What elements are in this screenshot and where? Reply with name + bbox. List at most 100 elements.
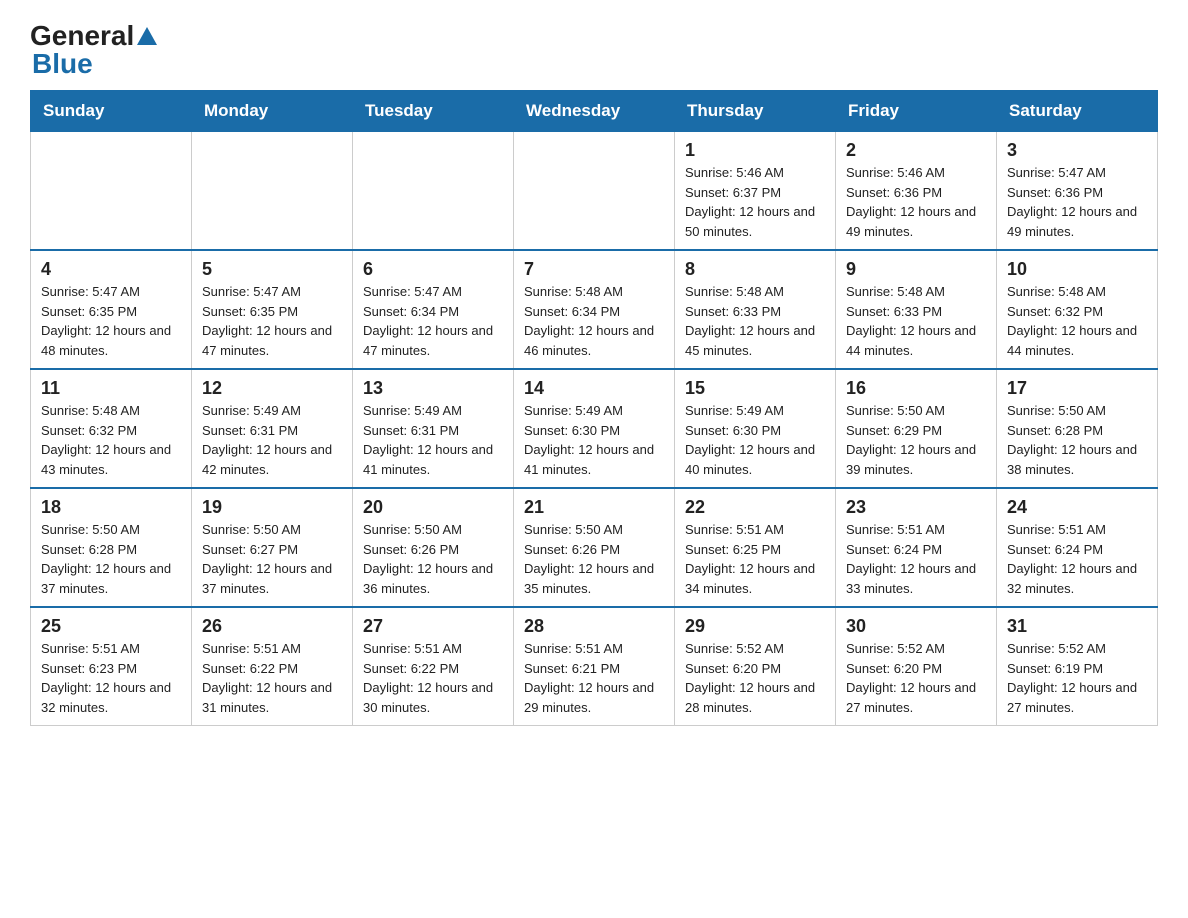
- day-number: 6: [363, 259, 503, 280]
- day-number: 25: [41, 616, 181, 637]
- day-info: Sunrise: 5:51 AMSunset: 6:24 PMDaylight:…: [846, 520, 986, 598]
- day-number: 3: [1007, 140, 1147, 161]
- day-info: Sunrise: 5:51 AMSunset: 6:22 PMDaylight:…: [363, 639, 503, 717]
- day-number: 23: [846, 497, 986, 518]
- calendar-cell: 2Sunrise: 5:46 AMSunset: 6:36 PMDaylight…: [836, 132, 997, 251]
- calendar-cell: 26Sunrise: 5:51 AMSunset: 6:22 PMDayligh…: [192, 607, 353, 726]
- day-number: 13: [363, 378, 503, 399]
- calendar-cell: 4Sunrise: 5:47 AMSunset: 6:35 PMDaylight…: [31, 250, 192, 369]
- calendar-cell: 21Sunrise: 5:50 AMSunset: 6:26 PMDayligh…: [514, 488, 675, 607]
- calendar-header-friday: Friday: [836, 91, 997, 132]
- logo-triangle-icon: [137, 27, 157, 45]
- calendar-week-row: 25Sunrise: 5:51 AMSunset: 6:23 PMDayligh…: [31, 607, 1158, 726]
- day-info: Sunrise: 5:49 AMSunset: 6:31 PMDaylight:…: [363, 401, 503, 479]
- calendar-cell: [353, 132, 514, 251]
- calendar-cell: 12Sunrise: 5:49 AMSunset: 6:31 PMDayligh…: [192, 369, 353, 488]
- day-number: 5: [202, 259, 342, 280]
- day-number: 4: [41, 259, 181, 280]
- day-info: Sunrise: 5:52 AMSunset: 6:20 PMDaylight:…: [846, 639, 986, 717]
- day-info: Sunrise: 5:46 AMSunset: 6:37 PMDaylight:…: [685, 163, 825, 241]
- day-info: Sunrise: 5:51 AMSunset: 6:22 PMDaylight:…: [202, 639, 342, 717]
- calendar-cell: 1Sunrise: 5:46 AMSunset: 6:37 PMDaylight…: [675, 132, 836, 251]
- calendar-cell: 8Sunrise: 5:48 AMSunset: 6:33 PMDaylight…: [675, 250, 836, 369]
- day-info: Sunrise: 5:47 AMSunset: 6:36 PMDaylight:…: [1007, 163, 1147, 241]
- day-number: 17: [1007, 378, 1147, 399]
- calendar-cell: 14Sunrise: 5:49 AMSunset: 6:30 PMDayligh…: [514, 369, 675, 488]
- calendar-cell: 6Sunrise: 5:47 AMSunset: 6:34 PMDaylight…: [353, 250, 514, 369]
- day-number: 30: [846, 616, 986, 637]
- day-number: 14: [524, 378, 664, 399]
- day-info: Sunrise: 5:48 AMSunset: 6:34 PMDaylight:…: [524, 282, 664, 360]
- day-info: Sunrise: 5:49 AMSunset: 6:31 PMDaylight:…: [202, 401, 342, 479]
- calendar-table: SundayMondayTuesdayWednesdayThursdayFrid…: [30, 90, 1158, 726]
- day-info: Sunrise: 5:48 AMSunset: 6:32 PMDaylight:…: [41, 401, 181, 479]
- calendar-header-sunday: Sunday: [31, 91, 192, 132]
- day-info: Sunrise: 5:46 AMSunset: 6:36 PMDaylight:…: [846, 163, 986, 241]
- day-info: Sunrise: 5:48 AMSunset: 6:33 PMDaylight:…: [685, 282, 825, 360]
- day-number: 10: [1007, 259, 1147, 280]
- day-number: 16: [846, 378, 986, 399]
- day-info: Sunrise: 5:50 AMSunset: 6:29 PMDaylight:…: [846, 401, 986, 479]
- day-number: 8: [685, 259, 825, 280]
- day-number: 19: [202, 497, 342, 518]
- day-number: 31: [1007, 616, 1147, 637]
- day-info: Sunrise: 5:49 AMSunset: 6:30 PMDaylight:…: [524, 401, 664, 479]
- day-number: 27: [363, 616, 503, 637]
- day-info: Sunrise: 5:50 AMSunset: 6:27 PMDaylight:…: [202, 520, 342, 598]
- day-number: 18: [41, 497, 181, 518]
- calendar-week-row: 11Sunrise: 5:48 AMSunset: 6:32 PMDayligh…: [31, 369, 1158, 488]
- calendar-week-row: 18Sunrise: 5:50 AMSunset: 6:28 PMDayligh…: [31, 488, 1158, 607]
- day-number: 22: [685, 497, 825, 518]
- day-info: Sunrise: 5:52 AMSunset: 6:20 PMDaylight:…: [685, 639, 825, 717]
- calendar-cell: 28Sunrise: 5:51 AMSunset: 6:21 PMDayligh…: [514, 607, 675, 726]
- calendar-cell: 18Sunrise: 5:50 AMSunset: 6:28 PMDayligh…: [31, 488, 192, 607]
- day-info: Sunrise: 5:52 AMSunset: 6:19 PMDaylight:…: [1007, 639, 1147, 717]
- day-number: 1: [685, 140, 825, 161]
- calendar-cell: [192, 132, 353, 251]
- calendar-week-row: 4 Sunrise: 5:47 AMSunset: 6:35 PMDaylight…: [31, 250, 1158, 369]
- calendar-cell: 20Sunrise: 5:50 AMSunset: 6:26 PMDayligh…: [353, 488, 514, 607]
- day-info: Sunrise: 5:51 AMSunset: 6:23 PMDaylight:…: [41, 639, 181, 717]
- day-info: Sunrise: 5:50 AMSunset: 6:26 PMDaylight:…: [524, 520, 664, 598]
- calendar-cell: 25Sunrise: 5:51 AMSunset: 6:23 PMDayligh…: [31, 607, 192, 726]
- calendar-cell: 7Sunrise: 5:48 AMSunset: 6:34 PMDaylight…: [514, 250, 675, 369]
- logo-blue-text: Blue: [32, 48, 93, 80]
- calendar-cell: 13Sunrise: 5:49 AMSunset: 6:31 PMDayligh…: [353, 369, 514, 488]
- day-info: Sunrise: 5:47 AMSunset: 6:35 PMDaylight:…: [202, 282, 342, 360]
- day-info: Sunrise: 5:51 AMSunset: 6:21 PMDaylight:…: [524, 639, 664, 717]
- logo: General Blue: [30, 20, 160, 80]
- calendar-cell: 31Sunrise: 5:52 AMSunset: 6:19 PMDayligh…: [997, 607, 1158, 726]
- calendar-cell: 29Sunrise: 5:52 AMSunset: 6:20 PMDayligh…: [675, 607, 836, 726]
- day-number: 28: [524, 616, 664, 637]
- calendar-header-wednesday: Wednesday: [514, 91, 675, 132]
- calendar-week-row: 1Sunrise: 5:46 AMSunset: 6:37 PMDaylight…: [31, 132, 1158, 251]
- day-info: Sunrise: 5:47 AMSunset: 6:34 PMDaylight:…: [363, 282, 503, 360]
- day-info: Sunrise: 5:51 AMSunset: 6:25 PMDaylight:…: [685, 520, 825, 598]
- calendar-cell: 19Sunrise: 5:50 AMSunset: 6:27 PMDayligh…: [192, 488, 353, 607]
- calendar-cell: 3Sunrise: 5:47 AMSunset: 6:36 PMDaylight…: [997, 132, 1158, 251]
- day-number: 21: [524, 497, 664, 518]
- calendar-cell: 23Sunrise: 5:51 AMSunset: 6:24 PMDayligh…: [836, 488, 997, 607]
- day-info: Sunrise: 5:48 AMSunset: 6:33 PMDaylight:…: [846, 282, 986, 360]
- day-number: 7: [524, 259, 664, 280]
- day-info: Sunrise: 5:51 AMSunset: 6:24 PMDaylight:…: [1007, 520, 1147, 598]
- day-info: Sunrise: 5:49 AMSunset: 6:30 PMDaylight:…: [685, 401, 825, 479]
- day-info: Sunrise: 5:50 AMSunset: 6:28 PMDaylight:…: [41, 520, 181, 598]
- day-number: 26: [202, 616, 342, 637]
- calendar-cell: [514, 132, 675, 251]
- calendar-cell: 5Sunrise: 5:47 AMSunset: 6:35 PMDaylight…: [192, 250, 353, 369]
- day-number: 15: [685, 378, 825, 399]
- calendar-cell: 10Sunrise: 5:48 AMSunset: 6:32 PMDayligh…: [997, 250, 1158, 369]
- calendar-cell: [31, 132, 192, 251]
- day-number: 12: [202, 378, 342, 399]
- calendar-cell: 16Sunrise: 5:50 AMSunset: 6:29 PMDayligh…: [836, 369, 997, 488]
- calendar-cell: 27Sunrise: 5:51 AMSunset: 6:22 PMDayligh…: [353, 607, 514, 726]
- day-number: 24: [1007, 497, 1147, 518]
- day-number: 20: [363, 497, 503, 518]
- day-info: Sunrise: 5:50 AMSunset: 6:28 PMDaylight:…: [1007, 401, 1147, 479]
- page-header: General Blue: [30, 20, 1158, 80]
- day-info: Sunrise: 5:48 AMSunset: 6:32 PMDaylight:…: [1007, 282, 1147, 360]
- calendar-cell: 17Sunrise: 5:50 AMSunset: 6:28 PMDayligh…: [997, 369, 1158, 488]
- calendar-cell: 22Sunrise: 5:51 AMSunset: 6:25 PMDayligh…: [675, 488, 836, 607]
- calendar-cell: 9Sunrise: 5:48 AMSunset: 6:33 PMDaylight…: [836, 250, 997, 369]
